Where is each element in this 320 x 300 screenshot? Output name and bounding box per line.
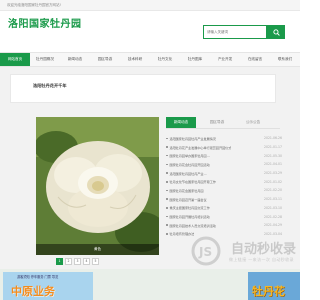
- list-item[interactable]: 洛阳牡丹花产业发展中心举行观赏园开园仪式 2021-01-17: [166, 143, 283, 152]
- page-button[interactable]: 4: [83, 258, 90, 265]
- search-icon: [272, 28, 280, 36]
- nav-item-home[interactable]: 网站首页: [0, 53, 30, 66]
- news-date: 2021-04-01: [264, 162, 282, 167]
- news-date: 2021-02-28: [264, 214, 282, 219]
- news-date: 2021-02-20: [264, 188, 282, 193]
- search-input[interactable]: [203, 25, 267, 39]
- news-date: 2021-03-10: [264, 205, 282, 210]
- news-date: 2021-06-26: [264, 136, 282, 141]
- list-item[interactable]: 国家牡丹花会国家牡丹园 2021-02-20: [166, 186, 283, 195]
- list-item[interactable]: 洛阳国家牡丹园牡丹产业… 2021-03-29: [166, 169, 283, 178]
- peony-image: [36, 117, 159, 255]
- news-tabs: 新闻动态 园区导游 公示公告: [166, 117, 280, 129]
- watermark-title: 自动秒收录: [231, 242, 297, 257]
- list-item[interactable]: 国家牡丹园召开第一届会议 2021-03-11: [166, 195, 283, 204]
- topbar-welcome-text: 欢迎光临洛阳国家牡丹园官方网站!: [7, 3, 61, 7]
- news-title[interactable]: 洛阳牡丹花产业发展中心举行观赏园开园仪式: [166, 145, 232, 150]
- list-item[interactable]: 国家牡丹花会牡丹园开园活动 2021-04-01: [166, 160, 283, 169]
- nav-item-overview[interactable]: 牡丹园概况: [30, 53, 60, 66]
- banner-right-title: 牡丹花: [252, 285, 285, 298]
- news-date: 2021-04-29: [264, 223, 282, 228]
- article-title[interactable]: 洛阳牡丹花开千年: [33, 83, 67, 89]
- banner-left-title: 中原业务: [11, 285, 55, 298]
- nav-item-industry[interactable]: 产业开发: [210, 53, 240, 66]
- peony-photo[interactable]: 黄色: [36, 117, 159, 255]
- svg-text:JS: JS: [198, 245, 212, 259]
- main-nav: 网站首页 牡丹园概况 新闻动态 园区导游 技术科研 牡丹文化 牡丹图库 产业开发…: [0, 52, 300, 67]
- tab-guide[interactable]: 园区导游: [202, 117, 232, 128]
- news-title[interactable]: 洛阳国家牡丹园牡丹产业发展情况: [166, 136, 216, 141]
- news-date: 2021-03-29: [264, 171, 282, 176]
- banner-right[interactable]: 牡丹花: [248, 272, 300, 300]
- pagination: 1 2 3 4 5: [56, 258, 99, 265]
- list-item[interactable]: 国家牡丹园技术人员交流培训活动 2021-04-29: [166, 221, 283, 230]
- news-date: 2021-01-17: [264, 145, 282, 150]
- bottom-banner-strip: 游客须知 停车服务 门票 导览 中原业务 牡丹花: [0, 269, 300, 300]
- page-button[interactable]: 3: [74, 258, 81, 265]
- news-title[interactable]: 国家牡丹园举办国家牡丹园…: [166, 153, 210, 158]
- nav-item-culture[interactable]: 牡丹文化: [150, 53, 180, 66]
- news-date: 2021-03-11: [264, 197, 282, 202]
- nav-item-guide[interactable]: 园区导游: [90, 53, 120, 66]
- page-button[interactable]: 1: [56, 258, 63, 265]
- news-date: 2021-01-02: [264, 179, 282, 184]
- list-item[interactable]: 重庆主题国家牡丹园交流工作 2021-03-10: [166, 204, 283, 213]
- watermark-subtitle: 做上链接 一来访一次 自动秒收录: [229, 257, 294, 262]
- nav-item-news[interactable]: 新闻动态: [60, 53, 90, 66]
- news-title[interactable]: 国家牡丹花会牡丹园开园活动: [166, 162, 210, 167]
- list-item[interactable]: 牡丹文化节在国家牡丹园开幕工作 2021-01-02: [166, 177, 283, 186]
- topbar: 欢迎光临洛阳国家牡丹园官方网站!: [0, 0, 300, 11]
- tab-news[interactable]: 新闻动态: [166, 117, 196, 128]
- news-date: 2021-05-30: [264, 153, 282, 158]
- news-title[interactable]: 国家牡丹花会国家牡丹园: [166, 188, 204, 193]
- watermark: JS 自动秒收录 做上链接 一来访一次 自动秒收录: [187, 236, 296, 266]
- search-button[interactable]: [267, 25, 285, 39]
- nav-item-contact[interactable]: 联系我们: [270, 53, 300, 66]
- nav-item-research[interactable]: 技术科研: [120, 53, 150, 66]
- list-item[interactable]: 国家牡丹园举办国家牡丹园… 2021-05-30: [166, 151, 283, 160]
- list-item[interactable]: 国家牡丹园开展牡丹培训活动 2021-02-28: [166, 212, 283, 221]
- photo-caption: 黄色: [36, 244, 159, 255]
- tab-notice[interactable]: 公示公告: [238, 117, 268, 128]
- news-title[interactable]: 国家牡丹园技术人员交流培训活动: [166, 223, 216, 228]
- watermark-logo-icon: JS: [191, 236, 221, 266]
- page-button[interactable]: 5: [92, 258, 99, 265]
- news-title[interactable]: 洛阳国家牡丹园牡丹产业…: [166, 171, 207, 176]
- news-title[interactable]: 重庆主题国家牡丹园交流工作: [166, 205, 210, 210]
- article-title-bar: 洛阳牡丹花开千年: [10, 74, 276, 103]
- nav-item-gallery[interactable]: 牡丹图库: [180, 53, 210, 66]
- news-list: 洛阳国家牡丹园牡丹产业发展情况 2021-06-26 洛阳牡丹花产业发展中心举行观…: [166, 134, 283, 238]
- news-title[interactable]: 国家牡丹园召开第一届会议: [166, 197, 207, 202]
- nav-item-message[interactable]: 在线留言: [240, 53, 270, 66]
- site-logo[interactable]: 洛阳国家牡丹园: [8, 15, 82, 30]
- news-title[interactable]: 牡丹文化节在国家牡丹园开幕工作: [166, 179, 216, 184]
- banner-left-caption: 游客须知 停车服务 门票 导览: [17, 275, 59, 279]
- list-item[interactable]: 洛阳国家牡丹园牡丹产业发展情况 2021-06-26: [166, 134, 283, 143]
- banner-left[interactable]: 游客须知 停车服务 门票 导览 中原业务: [3, 272, 93, 300]
- page-button[interactable]: 2: [65, 258, 72, 265]
- news-title[interactable]: 国家牡丹园开展牡丹培训活动: [166, 214, 210, 219]
